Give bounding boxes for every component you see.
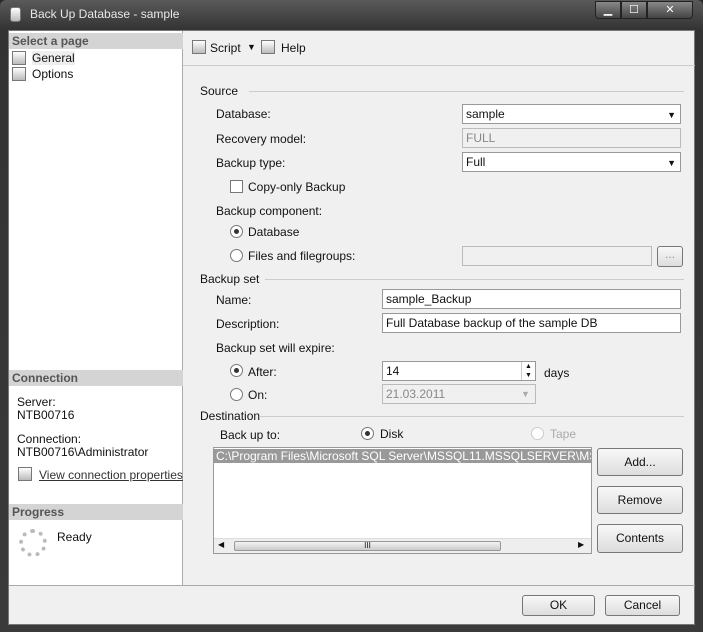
tape-label: Tape xyxy=(550,427,577,441)
script-button[interactable]: Script ▼ xyxy=(192,39,256,57)
chevron-down-icon[interactable]: ▼ xyxy=(247,42,256,52)
disk-label: Disk xyxy=(380,427,404,441)
backup-component-label: Backup component: xyxy=(216,204,323,218)
connection-label: Connection: xyxy=(17,432,82,446)
dialog-client: Select a page General Options Connection… xyxy=(8,30,695,625)
expire-days-spinner[interactable]: 14 xyxy=(382,361,536,381)
destination-list[interactable]: C:\Program Files\Microsoft SQL Server\MS… xyxy=(213,447,592,554)
database-label: Database: xyxy=(216,107,271,121)
horizontal-scrollbar[interactable]: ◀ III ▶ xyxy=(214,538,591,553)
database-select[interactable]: sample xyxy=(462,104,681,124)
server-value: NTB00716 xyxy=(17,408,75,422)
page-options[interactable]: Options xyxy=(12,67,182,82)
divider xyxy=(249,91,684,92)
contents-button[interactable]: Contents xyxy=(597,524,683,553)
dialog-window: Back Up Database - sample ▁ ☐ ✕ Select a… xyxy=(0,0,703,632)
scroll-left-icon[interactable]: ◀ xyxy=(218,540,224,549)
footer-divider xyxy=(9,585,695,586)
copy-only-label: Copy-only Backup xyxy=(248,180,346,194)
database-icon xyxy=(10,7,21,22)
remove-button[interactable]: Remove xyxy=(597,486,683,514)
window-title: Back Up Database - sample xyxy=(30,7,180,21)
calendar-dropdown-icon: ▼ xyxy=(521,389,530,399)
disk-radio[interactable] xyxy=(361,427,374,440)
description-label: Description: xyxy=(216,317,280,331)
name-input[interactable]: sample_Backup xyxy=(382,289,681,309)
cancel-button[interactable]: Cancel xyxy=(605,595,680,616)
backup-to-label: Back up to: xyxy=(220,428,281,442)
component-files-radio[interactable] xyxy=(230,249,243,262)
browse-filegroups-button[interactable]: ... xyxy=(657,246,683,267)
server-label: Server: xyxy=(17,395,56,409)
name-label: Name: xyxy=(216,293,252,307)
toolbar-divider xyxy=(183,65,695,66)
page-icon xyxy=(12,67,26,81)
source-header: Source xyxy=(200,84,239,98)
expire-label: Backup set will expire: xyxy=(216,341,335,355)
connection-header: Connection xyxy=(9,370,183,386)
help-button[interactable]: Help xyxy=(261,39,311,57)
tape-radio xyxy=(531,427,544,440)
expire-on-radio[interactable] xyxy=(230,388,243,401)
scrollbar-thumb[interactable]: III xyxy=(234,541,501,551)
component-files-label: Files and filegroups: xyxy=(248,249,356,263)
component-database-label: Database xyxy=(248,225,300,239)
view-connection-properties-link[interactable]: View connection properties xyxy=(39,468,183,482)
expire-on-label: On: xyxy=(248,388,268,402)
close-button[interactable]: ✕ xyxy=(647,1,693,19)
backup-type-select[interactable]: Full xyxy=(462,152,681,172)
description-input[interactable]: Full Database backup of the sample DB xyxy=(382,313,681,333)
divider xyxy=(265,279,684,280)
select-page-header: Select a page xyxy=(9,33,183,49)
expire-after-radio[interactable] xyxy=(230,364,243,377)
expire-date-picker: 21.03.2011 xyxy=(382,384,536,404)
add-button[interactable]: Add... xyxy=(597,448,683,476)
page-label: General xyxy=(32,51,75,65)
scroll-right-icon[interactable]: ▶ xyxy=(578,540,584,549)
progress-spinner-icon xyxy=(19,529,47,557)
maximize-button[interactable]: ☐ xyxy=(621,1,647,19)
page-icon xyxy=(12,51,26,65)
filegroups-field xyxy=(462,246,652,266)
days-label: days xyxy=(544,366,570,380)
divider xyxy=(259,416,684,417)
progress-header: Progress xyxy=(9,504,183,520)
spinner-arrows-icon[interactable]: ▲ ▼ xyxy=(521,362,535,380)
script-icon xyxy=(192,40,206,54)
help-label: Help xyxy=(281,41,306,55)
ok-button[interactable]: OK xyxy=(522,595,595,616)
recovery-model-field: FULL xyxy=(462,128,681,148)
recovery-model-label: Recovery model: xyxy=(216,132,307,146)
destination-header: Destination xyxy=(200,409,261,423)
progress-status: Ready xyxy=(57,530,92,544)
backup-set-header: Backup set xyxy=(200,272,260,286)
connection-value: NTB00716\Administrator xyxy=(17,445,149,459)
backup-type-label: Backup type: xyxy=(216,156,286,170)
list-item[interactable]: C:\Program Files\Microsoft SQL Server\MS… xyxy=(214,449,591,463)
help-icon xyxy=(261,40,275,54)
connection-properties-icon xyxy=(18,467,32,481)
page-general[interactable]: General xyxy=(12,51,182,66)
minimize-button[interactable]: ▁ xyxy=(595,1,621,19)
expire-after-label: After: xyxy=(248,365,277,379)
sidebar: Select a page General Options Connection… xyxy=(9,31,183,585)
copy-only-checkbox[interactable] xyxy=(230,180,243,193)
script-label: Script xyxy=(210,41,241,55)
page-label: Options xyxy=(32,67,74,81)
component-database-radio[interactable] xyxy=(230,225,243,238)
